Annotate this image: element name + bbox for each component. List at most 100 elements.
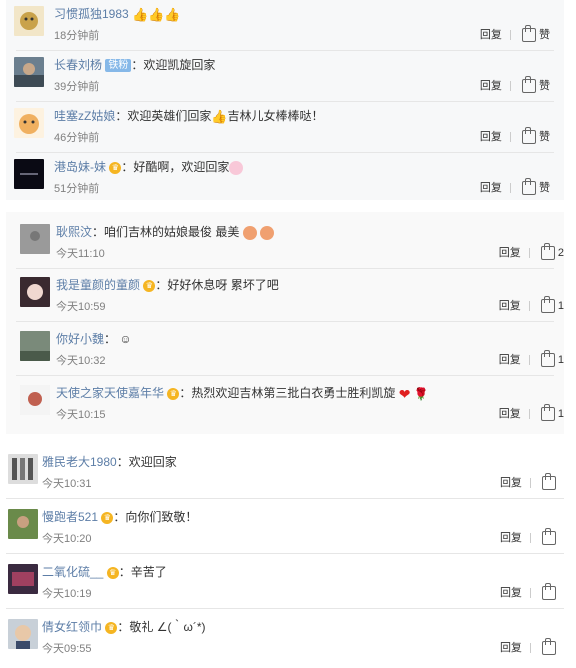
like-icon[interactable]	[540, 296, 555, 314]
comment-item: 港岛妹-妹 ♛ ：好酷啊，欢迎回家 51分钟前 回复 赞	[6, 153, 564, 204]
like-icon[interactable]	[542, 638, 556, 656]
comment-text: ：欢迎回家	[116, 455, 177, 469]
reply-button[interactable]: 回复	[480, 182, 502, 194]
comment-item: 耿熙汶：咱们吉林的姑娘最俊 最美 今天11:10 回复 2	[6, 218, 564, 269]
avatar[interactable]	[20, 277, 50, 307]
like-icon[interactable]	[540, 350, 555, 368]
comment-time: 今天10:59	[56, 301, 106, 313]
reply-button[interactable]: 回复	[499, 354, 521, 366]
avatar[interactable]	[8, 564, 38, 594]
comment-item: 哇塞zZ姑娘：欢迎英雄们回家👍吉林儿女棒棒哒！ 46分钟前 回复 赞	[6, 102, 564, 153]
comment-time: 今天10:15	[56, 409, 106, 421]
avatar[interactable]	[14, 159, 44, 189]
reply-button[interactable]: 回复	[480, 131, 502, 143]
comment-time: 今天10:32	[56, 355, 106, 367]
like-count: 2	[557, 247, 564, 259]
fan-badge: 铁粉	[105, 59, 132, 73]
comment-time: 今天10:31	[42, 478, 92, 490]
comment-time: 39分钟前	[54, 81, 100, 93]
comment-text: ：好酷啊，欢迎回家	[121, 160, 230, 174]
commenter-name[interactable]: 长春刘杨	[54, 58, 102, 72]
commenter-name[interactable]: 耿熙汶	[56, 225, 92, 239]
commenter-name[interactable]: 天使之家天使嘉年华	[56, 386, 164, 400]
like-button[interactable]: 赞	[539, 182, 550, 194]
avatar[interactable]	[8, 454, 38, 484]
commenter-name[interactable]: 雅民老大1980	[42, 455, 117, 469]
comment-text: ：好好休息呀 累坏了吧	[155, 278, 279, 292]
comment-time: 51分钟前	[54, 183, 100, 195]
vip-crown-icon: ♛	[105, 621, 118, 634]
bunny-emoji-icon	[229, 160, 244, 175]
comment-text: ：欢迎英雄们回家	[115, 109, 212, 123]
like-count: 1	[557, 300, 564, 312]
avatar[interactable]	[20, 385, 50, 415]
thumbs-up-icon: 👍	[211, 108, 228, 124]
rose-icon: 🌹	[413, 386, 429, 401]
avatar[interactable]	[20, 224, 50, 254]
reply-button[interactable]: 回复	[500, 477, 522, 489]
reply-button[interactable]: 回复	[499, 300, 521, 312]
comment-item: 慢跑者521 ♛ ：向你们致敬！ 今天10:20 回复	[6, 503, 564, 554]
like-icon[interactable]	[521, 127, 536, 145]
smile-emoji-icon: ☺	[119, 332, 132, 346]
like-icon[interactable]	[521, 178, 536, 196]
comment-text: ：咱们吉林的姑娘最俊 最美	[92, 225, 240, 239]
comment-time: 今天10:20	[42, 533, 92, 545]
avatar[interactable]	[20, 331, 50, 361]
face-emoji-icon	[260, 225, 275, 240]
vip-crown-icon: ♛	[106, 566, 119, 579]
heart-icon: ❤	[398, 385, 411, 402]
comment-section-2: 耿熙汶：咱们吉林的姑娘最俊 最美 今天11:10 回复 2 我是童颜的童颜 ♛：…	[6, 212, 564, 434]
comment-text: ：敬礼 ∠(｀ω´*)	[117, 620, 206, 634]
avatar[interactable]	[8, 619, 38, 649]
comment-text: ：欢迎凯旋回家	[131, 58, 216, 72]
vip-crown-icon: ♛	[109, 161, 122, 174]
comment-item: 二氧化硫__ ♛ ：辛苦了 今天10:19 回复	[6, 558, 564, 609]
avatar[interactable]	[14, 57, 44, 87]
like-icon[interactable]	[521, 76, 536, 94]
reply-button[interactable]: 回复	[480, 80, 502, 92]
comment-time: 今天09:55	[42, 643, 92, 655]
avatar[interactable]	[8, 509, 38, 539]
reply-button[interactable]: 回复	[500, 587, 522, 599]
commenter-name[interactable]: 哇塞zZ姑娘	[54, 109, 115, 123]
like-icon[interactable]	[540, 404, 555, 422]
like-button[interactable]: 赞	[539, 131, 550, 143]
thumbs-up-icon: 👍👍👍	[132, 6, 181, 22]
like-button[interactable]: 赞	[539, 80, 550, 92]
comment-time: 今天11:10	[56, 248, 105, 260]
like-icon[interactable]	[542, 583, 556, 601]
like-icon[interactable]	[521, 25, 536, 43]
comment-time: 46分钟前	[54, 132, 100, 144]
face-emoji-icon	[242, 225, 257, 240]
like-button[interactable]: 赞	[539, 29, 550, 41]
like-icon[interactable]	[542, 528, 556, 546]
commenter-name[interactable]: 慢跑者521	[42, 510, 98, 524]
commenter-name[interactable]: 你好小魏	[56, 332, 104, 346]
avatar[interactable]	[14, 108, 44, 138]
reply-button[interactable]: 回复	[499, 247, 521, 259]
like-icon[interactable]	[540, 243, 555, 261]
commenter-name[interactable]: 习惯孤独1983	[54, 7, 129, 21]
like-count: 1	[557, 354, 564, 366]
reply-button[interactable]: 回复	[480, 29, 502, 41]
comment-text-2: 吉林儿女棒棒哒！	[227, 109, 324, 123]
commenter-name[interactable]: 港岛妹-妹	[54, 160, 106, 174]
avatar[interactable]	[14, 6, 44, 36]
comment-time: 今天10:19	[42, 588, 92, 600]
comment-text: ：辛苦了	[118, 565, 167, 579]
comment-text: ：	[104, 332, 117, 346]
reply-button[interactable]: 回复	[499, 408, 521, 420]
like-count: 1	[557, 408, 564, 420]
commenter-name[interactable]: 倩女红领巾	[42, 620, 102, 634]
commenter-name[interactable]: 二氧化硫__	[42, 565, 103, 579]
comment-section-1: 习惯孤独1983 👍👍👍 18分钟前 回复 赞 长春刘杨 铁粉 ：欢迎凯旋回家 3…	[6, 0, 564, 200]
comment-item: 你好小魏： ☺ 今天10:32 回复 1	[6, 325, 564, 376]
like-icon[interactable]	[542, 473, 556, 491]
reply-button[interactable]: 回复	[500, 532, 522, 544]
commenter-name[interactable]: 我是童颜的童颜	[56, 278, 140, 292]
comment-text: ：热烈欢迎吉林第三批白衣勇士胜利凯旋	[179, 386, 396, 400]
vip-crown-icon: ♛	[167, 387, 180, 400]
comment-item: 习惯孤独1983 👍👍👍 18分钟前 回复 赞	[6, 0, 564, 51]
reply-button[interactable]: 回复	[500, 642, 522, 654]
